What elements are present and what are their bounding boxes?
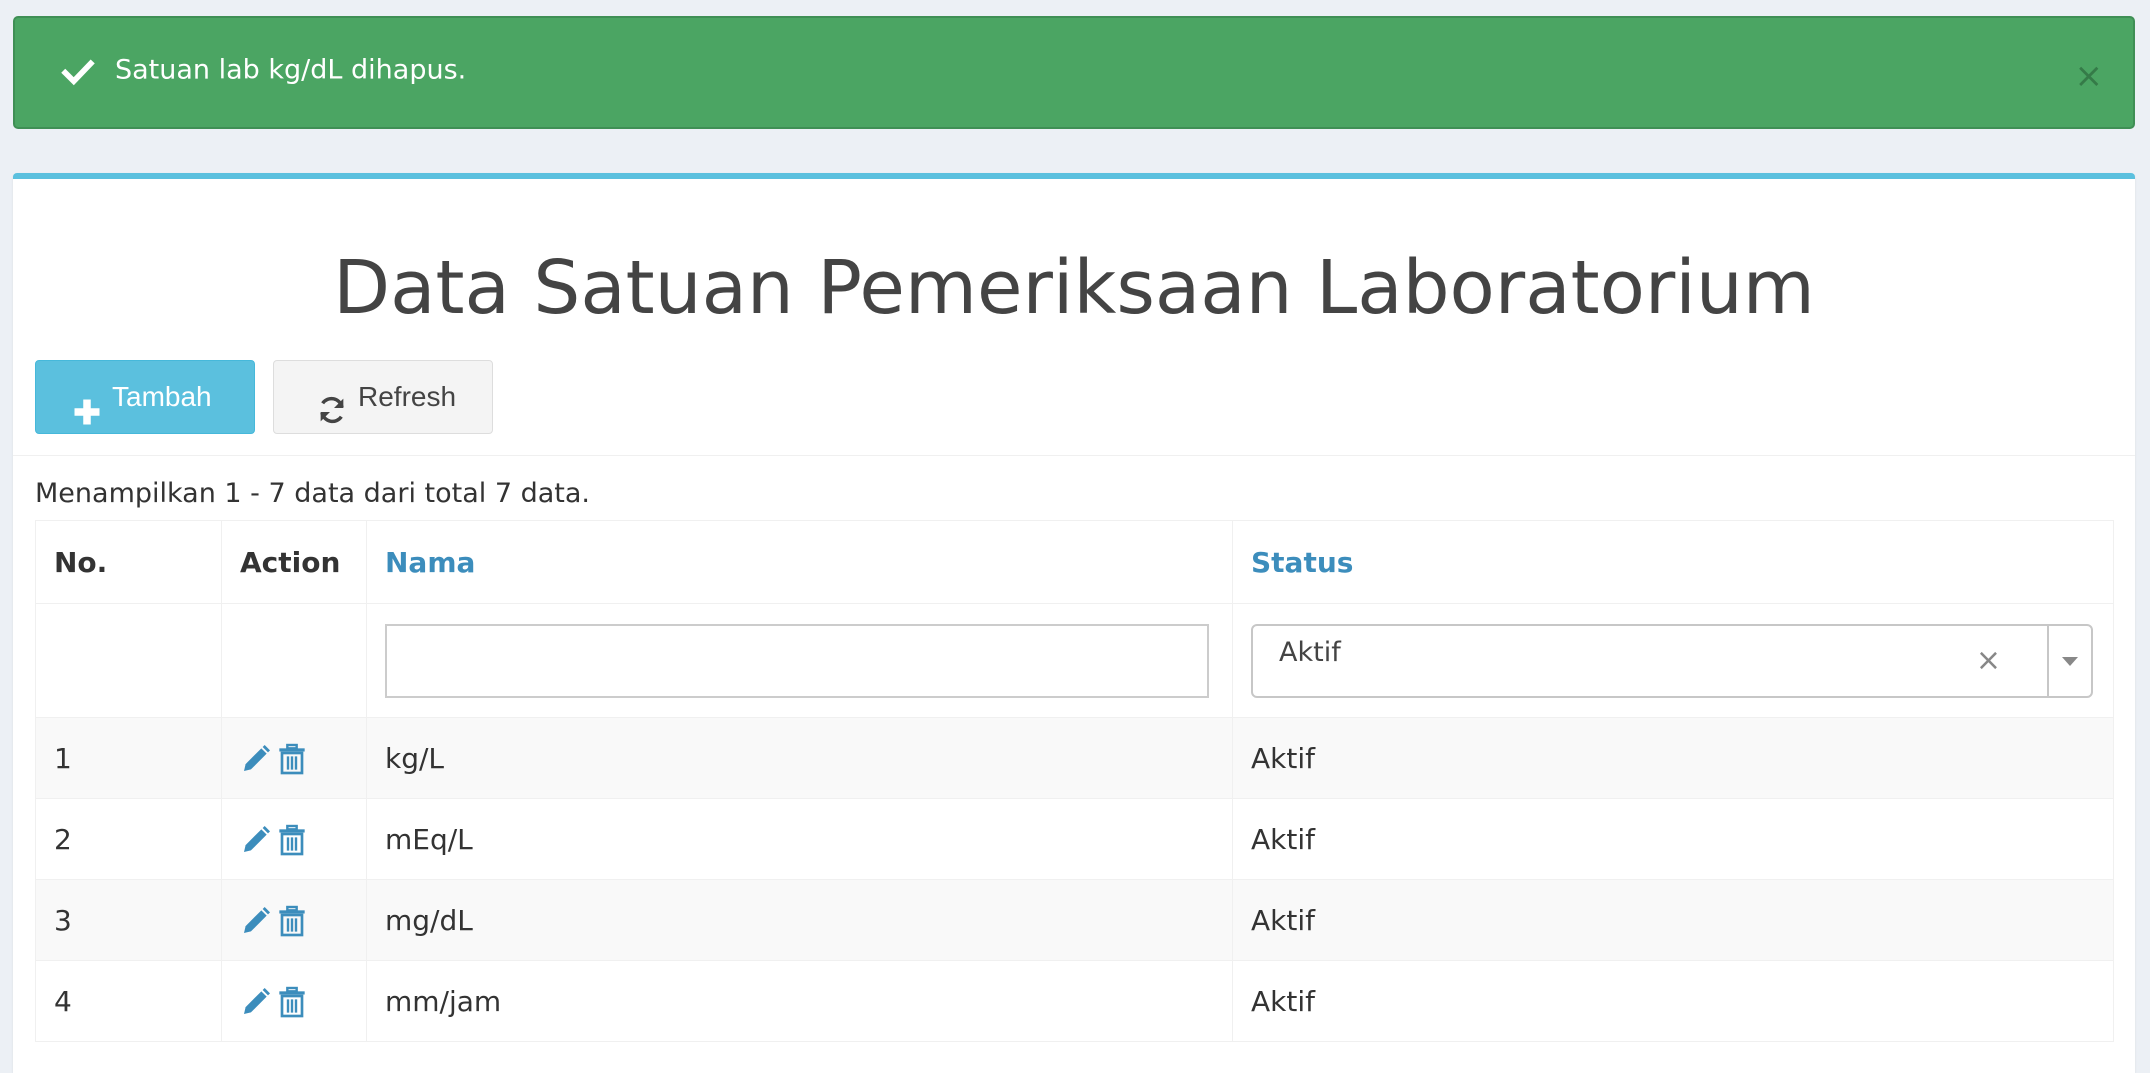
table-header-row: No. Action Nama Status xyxy=(35,520,2114,604)
cell-status: Aktif xyxy=(1232,960,2114,1042)
add-button[interactable]: Tambah xyxy=(35,360,255,434)
pencil-icon[interactable] xyxy=(240,742,272,776)
pencil-icon[interactable] xyxy=(240,985,272,1019)
chevron-down-icon xyxy=(2062,656,2078,666)
table-row: 4 mm/jam Aktif xyxy=(35,960,2114,1042)
cell-nama: mEq/L xyxy=(366,798,1233,880)
column-header-nama[interactable]: Nama xyxy=(366,520,1233,604)
filter-row: Aktif × xyxy=(35,603,2114,718)
status-filter-clear-button[interactable]: × xyxy=(1976,645,2001,676)
cell-no: 4 xyxy=(35,960,222,1042)
filter-cell-nama xyxy=(366,603,1233,718)
alert-close-button[interactable]: × xyxy=(2075,59,2104,93)
page-title: Data Satuan Pemeriksaan Laboratorium xyxy=(333,245,1815,331)
table-row: 1 kg/L Aktif xyxy=(35,717,2114,799)
column-header-status[interactable]: Status xyxy=(1232,520,2114,604)
cell-action xyxy=(221,717,367,799)
alert-message: Satuan lab kg/dL dihapus. xyxy=(115,54,467,86)
status-filter-dropdown-toggle[interactable] xyxy=(2047,625,2091,696)
success-alert: Satuan lab kg/dL dihapus. × xyxy=(13,16,2135,129)
pencil-icon[interactable] xyxy=(240,823,272,857)
filter-cell-status: Aktif × xyxy=(1232,603,2114,718)
nama-filter-input[interactable] xyxy=(385,623,1209,698)
trash-icon[interactable] xyxy=(276,823,308,857)
refresh-button[interactable]: Refresh xyxy=(273,360,493,434)
cell-nama: kg/L xyxy=(366,717,1233,799)
cell-status: Aktif xyxy=(1232,798,2114,880)
cell-action xyxy=(221,798,367,880)
trash-icon[interactable] xyxy=(276,742,308,776)
cell-no: 1 xyxy=(35,717,222,799)
data-table: No. Action Nama Status Aktif × 1 kg/L Ak… xyxy=(35,520,2114,1042)
column-header-action: Action xyxy=(221,520,367,604)
add-button-label: Tambah xyxy=(112,381,212,412)
cell-no: 2 xyxy=(35,798,222,880)
status-filter-select[interactable]: Aktif × xyxy=(1251,623,2093,698)
cell-status: Aktif xyxy=(1232,717,2114,799)
cell-action xyxy=(221,960,367,1042)
cell-no: 3 xyxy=(35,879,222,961)
trash-icon[interactable] xyxy=(276,904,308,938)
cell-action xyxy=(221,879,367,961)
summary-text: Menampilkan 1 - 7 data dari total 7 data… xyxy=(35,478,591,509)
cell-nama: mm/jam xyxy=(366,960,1233,1042)
cell-nama: mg/dL xyxy=(366,879,1233,961)
pencil-icon[interactable] xyxy=(240,904,272,938)
refresh-icon xyxy=(316,381,348,424)
content-box: Data Satuan Pemeriksaan Laboratorium Tam… xyxy=(13,173,2135,1073)
refresh-button-label: Refresh xyxy=(358,381,457,412)
filter-cell-empty xyxy=(221,603,367,718)
table-row: 3 mg/dL Aktif xyxy=(35,879,2114,961)
filter-cell-empty xyxy=(35,603,222,718)
cell-status: Aktif xyxy=(1232,879,2114,961)
table-row: 2 mEq/L Aktif xyxy=(35,798,2114,880)
status-filter-value: Aktif xyxy=(1279,636,1341,668)
column-header-no: No. xyxy=(35,520,222,604)
plus-icon xyxy=(72,382,102,425)
table-body: 1 kg/L Aktif 2 mEq/L Aktif 3 mg/dL Aktif 4 mm/jam A… xyxy=(35,717,2114,1042)
check-icon xyxy=(61,55,95,89)
trash-icon[interactable] xyxy=(276,985,308,1019)
divider xyxy=(13,455,2135,456)
